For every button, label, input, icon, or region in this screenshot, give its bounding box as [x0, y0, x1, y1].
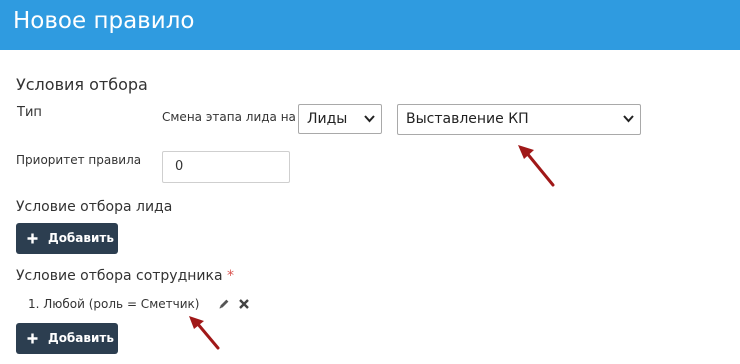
- stage-select[interactable]: Выставление КП: [397, 104, 641, 135]
- priority-input[interactable]: 0: [162, 151, 290, 183]
- list-item: 1. Любой (роль = Сметчик): [28, 297, 199, 311]
- employee-condition-text: 1. Любой (роль = Сметчик): [28, 297, 200, 311]
- chevron-down-icon: [623, 115, 634, 123]
- add-lead-condition-label: Добавить: [48, 231, 114, 245]
- entity-select[interactable]: Лиды: [298, 104, 382, 134]
- stage-select-value: Выставление КП: [406, 111, 529, 127]
- priority-value: 0: [175, 159, 184, 174]
- page-title: Новое правило: [13, 8, 195, 34]
- add-lead-condition-button[interactable]: Добавить: [16, 223, 118, 254]
- required-mark: *: [227, 268, 235, 284]
- page-header: Новое правило: [0, 0, 740, 50]
- employee-condition-title-text: Условие отбора сотрудника: [16, 268, 223, 284]
- add-employee-condition-label: Добавить: [48, 331, 114, 345]
- section-title: Условия отбора: [16, 75, 148, 94]
- type-label: Тип: [17, 105, 42, 120]
- employee-condition-title: Условие отбора сотрудника *: [16, 268, 234, 284]
- close-icon[interactable]: [238, 298, 250, 310]
- annotation-arrow: [189, 316, 220, 350]
- chevron-down-icon: [364, 115, 375, 123]
- priority-label: Приоритет правила: [16, 153, 142, 167]
- stage-change-label: Смена этапа лида на: [162, 110, 296, 124]
- add-employee-condition-button[interactable]: Добавить: [16, 323, 118, 354]
- pencil-icon[interactable]: [218, 298, 230, 310]
- plus-icon: [27, 233, 38, 244]
- lead-condition-title: Условие отбора лида: [16, 199, 173, 215]
- plus-icon: [27, 333, 38, 344]
- annotation-arrow: [518, 145, 555, 187]
- entity-select-value: Лиды: [307, 111, 348, 127]
